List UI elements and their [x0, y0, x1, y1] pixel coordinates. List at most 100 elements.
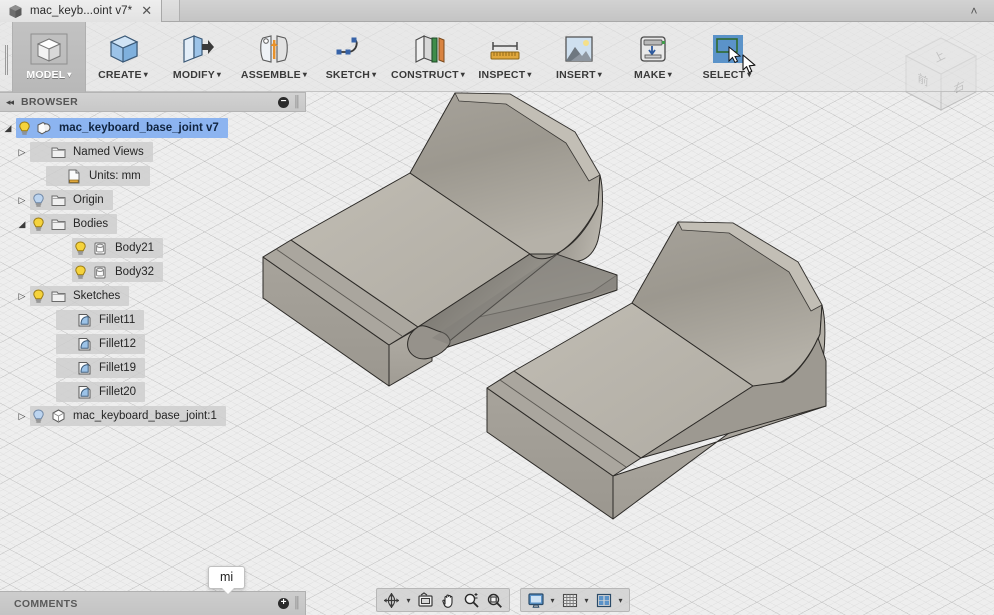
menu-label-assemble: ASSEMBLE ▾: [241, 69, 307, 81]
display-settings-dropdown-icon[interactable]: ▾: [547, 596, 558, 605]
comments-bar[interactable]: COMMENTS + ║: [0, 591, 306, 615]
comments-resize-grip[interactable]: ║: [293, 598, 301, 609]
tree-expand-arrow-icon[interactable]: ▷: [14, 411, 30, 422]
chevron-down-icon[interactable]: ▾: [372, 70, 376, 79]
tree-item-mac-keyboard-base-joint-1[interactable]: ▷ mac_keyboard_base_joint:1: [0, 406, 306, 426]
menu-button-inspect[interactable]: INSPECT ▾: [468, 22, 542, 92]
chevron-down-icon[interactable]: ▾: [668, 70, 672, 79]
chevron-down-icon[interactable]: ▾: [67, 70, 71, 79]
tree-expand-arrow-icon[interactable]: ▷: [14, 291, 30, 302]
tree-item-body[interactable]: Fillet12: [56, 334, 146, 354]
visibility-toggle[interactable]: [30, 192, 47, 208]
tree-item-fillet12[interactable]: Fillet12: [0, 334, 306, 354]
tree-item-body[interactable]: Origin: [30, 190, 113, 210]
menu-text-insert: INSERT: [556, 69, 596, 81]
menu-button-select[interactable]: SELECT ▾: [690, 22, 764, 92]
tree-item-body[interactable]: Body32: [72, 262, 164, 282]
visibility-bulb-icon[interactable]: [32, 408, 45, 424]
chevron-down-icon[interactable]: ▾: [747, 70, 751, 79]
visibility-toggle[interactable]: [30, 216, 47, 232]
visibility-toggle[interactable]: [30, 288, 47, 304]
menu-button-assemble[interactable]: ASSEMBLE ▾: [234, 22, 314, 92]
visibility-bulb-icon[interactable]: [32, 192, 45, 208]
tree-item-origin[interactable]: ▷ Origin: [0, 190, 306, 210]
chevron-up-icon[interactable]: ˄: [954, 0, 994, 21]
occurrence-icon: [52, 409, 64, 423]
browser-panel: ◂◂ BROWSER − ║ ◢ mac_keyboard_base_joint …: [0, 92, 306, 430]
tree-collapse-arrow-icon[interactable]: ◢: [14, 219, 30, 230]
tree-item-body[interactable]: Bodies: [30, 214, 118, 234]
chevron-down-icon[interactable]: ▾: [527, 70, 531, 79]
tree-item-fillet11[interactable]: Fillet11: [0, 310, 306, 330]
tree-item-fillet20[interactable]: Fillet20: [0, 382, 306, 402]
menu-button-make[interactable]: MAKE ▾: [616, 22, 690, 92]
fillet-icon: [78, 385, 90, 398]
visibility-toggle[interactable]: [72, 264, 89, 280]
menu-button-create[interactable]: CREATE ▾: [86, 22, 160, 92]
viewport-layout-icon[interactable]: [592, 590, 615, 610]
browser-resize-grip[interactable]: ║: [293, 96, 301, 108]
chevron-down-icon[interactable]: ▾: [144, 70, 148, 79]
orbit-icon[interactable]: [380, 590, 403, 610]
tree-item-body[interactable]: Units: mm: [46, 166, 150, 186]
tree-collapse-arrow-icon[interactable]: ◢: [0, 123, 16, 134]
menu-button-construct[interactable]: CONSTRUCT ▾: [388, 22, 468, 92]
tree-item-units-mm[interactable]: Units: mm: [0, 166, 306, 186]
tree-item-body[interactable]: Named Views: [30, 142, 153, 162]
tree-item-body32[interactable]: Body32: [0, 262, 306, 282]
menu-button-insert[interactable]: INSERT ▾: [542, 22, 616, 92]
visibility-bulb-icon[interactable]: [74, 240, 87, 256]
grid-snap-dropdown-icon[interactable]: ▾: [581, 596, 592, 605]
chevron-down-icon[interactable]: ▾: [461, 70, 465, 79]
tree-item-body[interactable]: Fillet20: [56, 382, 146, 402]
close-icon[interactable]: ✕: [139, 5, 154, 18]
menu-text-sketch: SKETCH: [325, 69, 371, 81]
chevron-down-icon[interactable]: ▾: [303, 70, 307, 79]
tree-expand-arrow-icon[interactable]: ▷: [14, 147, 30, 158]
fit-icon[interactable]: [483, 590, 506, 610]
display-settings-icon[interactable]: [524, 590, 547, 610]
visibility-bulb-icon[interactable]: [32, 216, 45, 232]
tree-item-label: Body21: [115, 242, 155, 254]
tree-item-sketches[interactable]: ▷ Sketches: [0, 286, 306, 306]
tree-item-mac-keyboard-base-joint-v7[interactable]: ◢ mac_keyboard_base_joint v7: [0, 118, 306, 138]
tree-item-body21[interactable]: Body21: [0, 238, 306, 258]
add-comment-button[interactable]: +: [278, 598, 289, 609]
menu-button-sketch[interactable]: SKETCH ▾: [314, 22, 388, 92]
tree-item-body[interactable]: Body21: [72, 238, 164, 258]
browser-minimize-button[interactable]: −: [278, 96, 289, 108]
visibility-bulb-icon[interactable]: [18, 120, 31, 136]
workspace-button-model[interactable]: MODEL ▾: [12, 22, 86, 92]
tree-item-named-views[interactable]: ▷ Named Views: [0, 142, 306, 162]
new-tab-slot[interactable]: [162, 0, 181, 21]
tree-item-fillet19[interactable]: Fillet19: [0, 358, 306, 378]
visibility-bulb-icon[interactable]: [74, 264, 87, 280]
fillet-icon: [73, 361, 95, 376]
tree-item-bodies[interactable]: ◢ Bodies: [0, 214, 306, 234]
tree-item-body[interactable]: Sketches: [30, 286, 130, 306]
tree-item-body[interactable]: mac_keyboard_base_joint v7: [16, 118, 228, 138]
ribbon-grip-icon[interactable]: [0, 22, 12, 92]
chevron-down-icon[interactable]: ▾: [217, 70, 221, 79]
visibility-toggle[interactable]: [72, 240, 89, 256]
menu-button-modify[interactable]: MODIFY ▾: [160, 22, 234, 92]
tree-item-body[interactable]: mac_keyboard_base_joint:1: [30, 406, 226, 426]
grid-snap-icon[interactable]: [558, 590, 581, 610]
visibility-toggle[interactable]: [30, 408, 47, 424]
tree-expand-arrow-icon[interactable]: ▷: [14, 195, 30, 206]
visibility-bulb-icon[interactable]: [32, 288, 45, 304]
orbit-dropdown-icon[interactable]: ▾: [403, 596, 414, 605]
modify-push-icon: [177, 30, 217, 68]
visibility-toggle[interactable]: [16, 120, 33, 136]
pan-hand-icon[interactable]: [437, 590, 460, 610]
tree-item-label: Fillet11: [99, 314, 136, 326]
look-at-icon[interactable]: [414, 590, 437, 610]
zoom-icon[interactable]: [460, 590, 483, 610]
body-icon: [94, 242, 106, 254]
collapse-left-icon[interactable]: ◂◂: [6, 97, 14, 108]
tree-item-body[interactable]: Fillet11: [56, 310, 145, 330]
tree-item-body[interactable]: Fillet19: [56, 358, 146, 378]
document-tab[interactable]: mac_keyb...oint v7* ✕: [0, 0, 163, 22]
viewport-layout-dropdown-icon[interactable]: ▾: [615, 596, 626, 605]
chevron-down-icon[interactable]: ▾: [598, 70, 602, 79]
